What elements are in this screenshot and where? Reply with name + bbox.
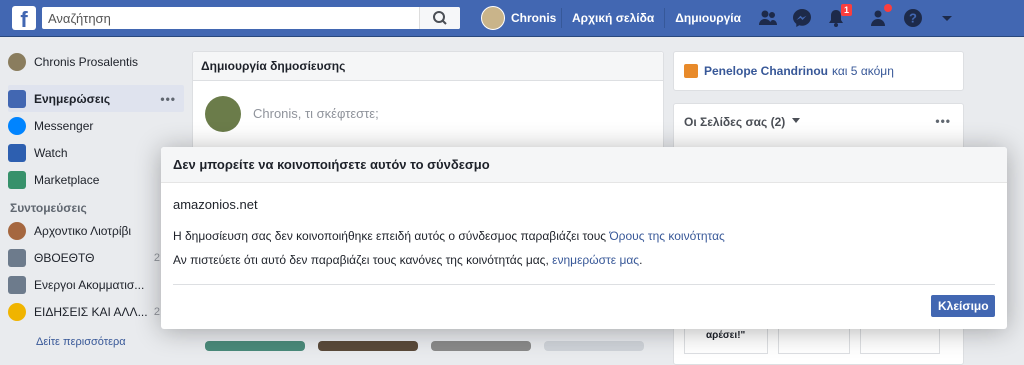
- caret-down-icon[interactable]: [792, 118, 800, 124]
- profile-link[interactable]: Chronis: [481, 0, 556, 36]
- more-options-icon[interactable]: •••: [160, 92, 176, 106]
- notifications-button[interactable]: 1: [826, 4, 852, 28]
- sidebar-item-label: Marketplace: [34, 172, 100, 187]
- quick-help-button[interactable]: [868, 4, 892, 28]
- shortcuts-heading: Συντομεύσεις: [10, 201, 87, 215]
- shortcut-count: 2: [153, 305, 160, 318]
- help-icon[interactable]: ?: [903, 8, 923, 28]
- red-dot-icon: [884, 4, 892, 12]
- group-icon: [8, 248, 26, 267]
- sidebar-item-watch[interactable]: Watch: [8, 139, 184, 166]
- top-navigation-bar: f Chronis Αρχική σελίδα Δημιουργία 1: [0, 0, 1024, 37]
- chevron-down-icon[interactable]: [937, 8, 957, 28]
- watch-icon: [8, 143, 26, 162]
- shortcut-label: Ενεργοι Ακομματισ...: [34, 277, 145, 292]
- page-avatar: [8, 221, 26, 240]
- composer-input[interactable]: Chronis, τι σκέφτεστε;: [253, 106, 379, 121]
- dialog-message: Η δημοσίευση σας δεν κοινοποιήθηκε επειδ…: [173, 229, 995, 243]
- home-link[interactable]: Αρχική σελίδα: [561, 8, 664, 28]
- your-pages-title[interactable]: Οι Σελίδες σας (2): [684, 115, 785, 129]
- sidebar-item-label: Ενημερώσεις: [34, 91, 111, 106]
- shortcut-label: ΘΒΟΕΘΤΘ: [34, 250, 95, 265]
- dialog-message-text: Η δημοσίευση σας δεν κοινοποιήθηκε επειδ…: [173, 229, 610, 243]
- shortcut-count: 2: [153, 251, 160, 264]
- sidebar-item-messenger[interactable]: Messenger: [8, 112, 184, 139]
- story-thumbnail[interactable]: [544, 341, 644, 351]
- friend-requests-icon[interactable]: [758, 8, 778, 28]
- create-link[interactable]: Δημιουργία: [664, 8, 751, 28]
- sidebar-item-news-feed[interactable]: Ενημερώσεις •••: [8, 85, 184, 112]
- search-input[interactable]: [42, 7, 434, 29]
- sidebar-item-label: Watch: [34, 145, 68, 160]
- search-box: [42, 7, 460, 29]
- facebook-logo[interactable]: f: [12, 6, 36, 30]
- community-standards-link[interactable]: Όρους της κοινότητας: [609, 229, 724, 243]
- gift-icon: [684, 64, 698, 78]
- shortcut-item[interactable]: ΘΒΟΕΘΤΘ 2: [8, 244, 184, 271]
- page-tile-text: αρέσει!": [706, 330, 746, 341]
- post-composer: Δημιουργία δημοσίευσης Chronis, τι σκέφτ…: [192, 51, 664, 158]
- messenger-icon: [8, 116, 26, 135]
- group-icon: [8, 275, 26, 294]
- story-thumbnail[interactable]: [318, 341, 418, 351]
- marketplace-icon: [8, 170, 26, 189]
- avatar: [205, 96, 241, 132]
- lightbulb-icon: [8, 302, 26, 321]
- story-thumbnail[interactable]: [205, 341, 305, 351]
- sidebar-item-label: Messenger: [34, 118, 94, 133]
- avatar: [481, 6, 505, 30]
- profile-link-label: Chronis: [511, 11, 557, 25]
- close-button[interactable]: Κλείσιμο: [931, 295, 995, 317]
- search-button[interactable]: [419, 7, 460, 29]
- shortcut-label: ΕΙΔΗΣΕΙΣ ΚΑΙ ΑΛΛ...: [34, 304, 148, 319]
- see-more-link[interactable]: Δείτε περισσότερα: [36, 336, 126, 348]
- dialog-appeal-end: .: [639, 253, 643, 267]
- sidebar-profile-name: Chronis Prosalentis: [34, 54, 139, 69]
- more-options-icon[interactable]: •••: [935, 114, 951, 128]
- shortcut-item[interactable]: Ενεργοι Ακομματισ...: [8, 271, 184, 298]
- notification-badge: 1: [840, 4, 852, 16]
- birthday-name[interactable]: Penelope Chandrinou: [704, 64, 828, 78]
- avatar: [8, 52, 26, 71]
- shortcut-label: Αρχοντικο Λιοτρίβι: [34, 223, 132, 238]
- news-feed-icon: [8, 89, 26, 108]
- share-blocked-dialog: Δεν μπορείτε να κοινοποιήσετε αυτόν το σ…: [161, 147, 1007, 329]
- sidebar-profile[interactable]: Chronis Prosalentis: [8, 48, 184, 75]
- shortcut-item[interactable]: Αρχοντικο Λιοτρίβι: [8, 217, 184, 244]
- messenger-icon[interactable]: [792, 8, 812, 28]
- birthday-others[interactable]: και 5 ακόμη: [832, 64, 894, 78]
- sidebar-item-marketplace[interactable]: Marketplace: [8, 166, 184, 193]
- birthday-reminder[interactable]: Penelope Chandrinou και 5 ακόμη: [673, 51, 964, 91]
- dialog-title: Δεν μπορείτε να κοινοποιήσετε αυτόν το σ…: [161, 147, 1007, 183]
- search-icon: [433, 11, 447, 25]
- composer-title: Δημιουργία δημοσίευσης: [193, 52, 663, 81]
- svg-text:?: ?: [909, 11, 917, 26]
- let-us-know-link[interactable]: ενημερώστε μας: [552, 253, 639, 267]
- dialog-body: amazonios.net Η δημοσίευση σας δεν κοινο…: [161, 183, 1007, 267]
- left-sidebar: Chronis Prosalentis Ενημερώσεις ••• Mess…: [8, 48, 184, 325]
- blocked-domain: amazonios.net: [173, 197, 258, 212]
- shortcut-item[interactable]: ΕΙΔΗΣΕΙΣ ΚΑΙ ΑΛΛ... 2: [8, 298, 184, 325]
- divider: [173, 284, 995, 285]
- dialog-appeal-message: Αν πιστεύετε ότι αυτό δεν παραβιάζει του…: [173, 253, 995, 267]
- story-thumbnail[interactable]: [431, 341, 531, 351]
- dialog-appeal-text: Αν πιστεύετε ότι αυτό δεν παραβιάζει του…: [173, 253, 553, 267]
